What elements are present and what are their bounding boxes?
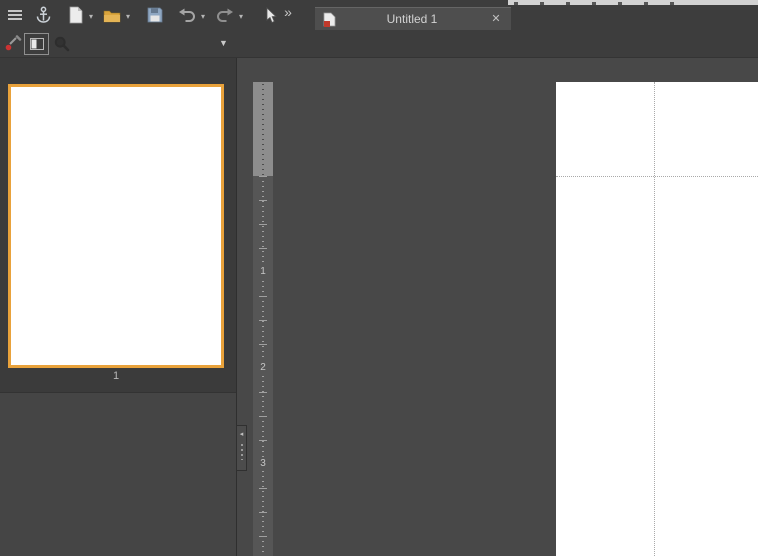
redo-icon bbox=[216, 7, 234, 23]
new-document-button[interactable] bbox=[63, 3, 87, 27]
undo-icon bbox=[178, 7, 196, 23]
redo-button[interactable] bbox=[213, 3, 237, 27]
anchor-icon bbox=[35, 6, 52, 24]
tab-title: Untitled 1 bbox=[336, 12, 488, 26]
vertical-ruler[interactable]: 1 2 3 bbox=[253, 58, 273, 556]
magnifier-icon bbox=[54, 36, 70, 52]
page-surface[interactable] bbox=[556, 82, 758, 556]
open-folder-icon bbox=[103, 8, 121, 23]
split-view-icon bbox=[30, 38, 44, 50]
new-document-caret-icon[interactable]: ▾ bbox=[86, 11, 96, 23]
undo-caret-icon[interactable]: ▾ bbox=[198, 11, 208, 23]
page-thumbnail-label: 1 bbox=[0, 370, 232, 382]
document-tab[interactable]: Untitled 1 ✕ bbox=[315, 7, 511, 30]
panel-toggle-button[interactable] bbox=[24, 33, 49, 55]
open-button[interactable] bbox=[100, 3, 124, 27]
undo-button[interactable] bbox=[175, 3, 199, 27]
margin-guide-horizontal bbox=[556, 176, 758, 177]
tab-close-button[interactable]: ✕ bbox=[488, 11, 504, 27]
color-picker-icon bbox=[4, 35, 22, 53]
pages-panel: 1 bbox=[0, 58, 237, 556]
splitter-grip bbox=[241, 444, 243, 460]
redo-caret-icon[interactable]: ▾ bbox=[236, 11, 246, 23]
secondary-toolbar: ▼ bbox=[0, 30, 758, 58]
vruler-label-2: 2 bbox=[253, 361, 273, 375]
select-tool-button[interactable] bbox=[258, 3, 282, 27]
collapse-panel-icon[interactable]: ◂ bbox=[240, 426, 244, 444]
panel-splitter-handle[interactable]: ◂ bbox=[236, 425, 247, 471]
hamburger-icon bbox=[8, 8, 22, 22]
zoom-tool-button[interactable] bbox=[50, 32, 74, 56]
pages-panel-lower-area bbox=[0, 392, 236, 556]
vruler-label-1: 1 bbox=[253, 265, 273, 279]
app-window: 1 2 3 1 L 1 ◂ bbox=[0, 0, 758, 556]
new-document-icon bbox=[68, 6, 83, 24]
margin-guide-vertical bbox=[654, 82, 655, 556]
color-picker-button[interactable] bbox=[1, 32, 25, 56]
save-icon bbox=[147, 7, 163, 23]
anchor-button[interactable] bbox=[31, 3, 55, 27]
main-toolbar: ▾ ▾ ▾ ▾ bbox=[0, 0, 758, 30]
toolbar-overflow-icon[interactable]: » bbox=[280, 0, 296, 24]
save-button[interactable] bbox=[143, 3, 167, 27]
vertical-ruler-margin-zone bbox=[253, 82, 273, 176]
menu-button[interactable] bbox=[3, 3, 27, 27]
page-thumbnail[interactable] bbox=[8, 84, 224, 368]
toolbar-dropdown-icon[interactable]: ▼ bbox=[219, 38, 228, 48]
vruler-label-3: 3 bbox=[253, 457, 273, 471]
cropped-menubar-strip bbox=[508, 0, 758, 5]
open-caret-icon[interactable]: ▾ bbox=[123, 11, 133, 23]
tab-document-icon bbox=[323, 12, 336, 27]
pointer-icon bbox=[262, 7, 278, 24]
